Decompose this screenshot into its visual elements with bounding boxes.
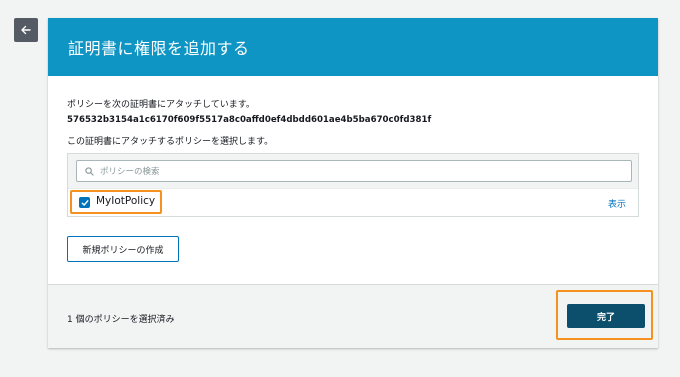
arrow-left-icon <box>21 25 31 35</box>
policy-name: MyIotPolicy <box>96 195 156 207</box>
add-permissions-card: 証明書に権限を追加する ポリシーを次の証明書にアタッチしています。 576532… <box>48 18 658 348</box>
show-policy-link[interactable]: 表示 <box>608 197 626 210</box>
selected-count: 1 個のポリシーを選択済み <box>67 315 175 325</box>
select-policy-description: この証明書にアタッチするポリシーを選択します。 <box>67 137 274 147</box>
card-body: ポリシーを次の証明書にアタッチしています。 576532b3154a1c6170… <box>48 76 658 284</box>
checkmark-icon <box>81 199 88 206</box>
attach-description: ポリシーを次の証明書にアタッチしています。 <box>67 100 255 110</box>
search-icon <box>85 166 94 176</box>
search-input[interactable]: ポリシーの検索 <box>76 160 632 182</box>
policy-list: ポリシーの検索 MyIotPolicy 表示 <box>67 153 639 217</box>
list-item[interactable]: MyIotPolicy 表示 <box>68 188 638 216</box>
card-footer: 1 個のポリシーを選択済み 完了 <box>48 284 658 348</box>
page-title: 証明書に権限を追加する <box>68 39 250 58</box>
search-placeholder: ポリシーの検索 <box>100 167 160 177</box>
policy-checkbox[interactable] <box>79 197 90 208</box>
create-policy-button[interactable]: 新規ポリシーの作成 <box>67 236 179 262</box>
back-button[interactable] <box>14 18 38 42</box>
done-button[interactable]: 完了 <box>567 304 645 328</box>
certificate-id: 576532b3154a1c6170f609f5517a8c0affd0ef4d… <box>67 115 432 125</box>
card-header: 証明書に権限を追加する <box>48 18 658 76</box>
